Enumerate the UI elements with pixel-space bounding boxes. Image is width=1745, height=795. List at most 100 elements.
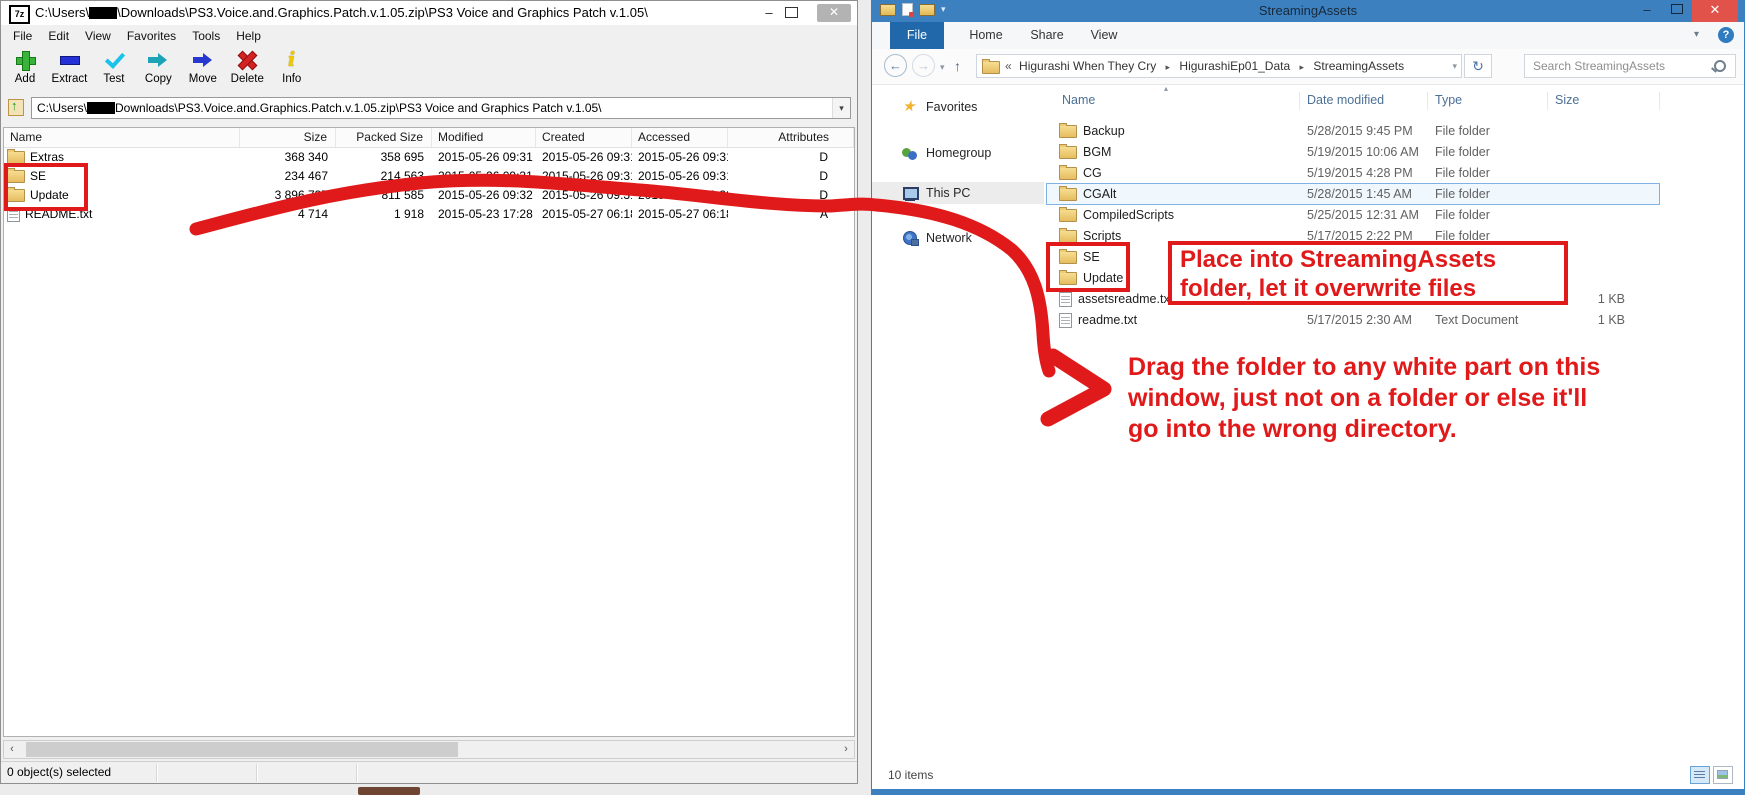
sevenzip-file-list: Name Size Packed Size Modified Created A… [3, 127, 855, 737]
sidebar-item-this-pc[interactable]: This PC [872, 182, 1044, 204]
scrollbar-thumb[interactable] [26, 742, 458, 757]
folder-icon [1059, 146, 1077, 159]
refresh-button[interactable]: ↻ [1464, 54, 1492, 78]
details-view-button[interactable] [1690, 766, 1710, 784]
star-icon: ★ [902, 99, 918, 115]
column-size[interactable]: Size [1555, 90, 1635, 110]
column-type[interactable]: Type [1435, 90, 1555, 110]
address-combobox[interactable]: C:\Users\Downloads\PS3.Voice.and.Graphic… [31, 97, 851, 119]
copy-button[interactable]: Copy [138, 47, 178, 85]
view-toggle [1690, 766, 1733, 784]
column-date-modified[interactable]: Date modified [1307, 90, 1435, 110]
column-name[interactable]: Name [4, 128, 240, 147]
table-row[interactable]: README.txt 4 7141 918 2015-05-23 17:2820… [4, 205, 854, 224]
chevron-right-icon: ▸ [1294, 62, 1311, 72]
table-row-selected[interactable]: CGAlt 5/28/2015 1:45 AMFile folder [1044, 184, 1635, 205]
item-count: 10 items [888, 768, 933, 782]
scroll-left-icon[interactable]: ‹ [4, 741, 20, 758]
back-button[interactable]: ← [884, 54, 907, 77]
folder-icon [1059, 188, 1077, 201]
explorer-titlebar[interactable]: ▾ StreamingAssets – ✕ [872, 0, 1744, 22]
explorer-addressbar: ← → ▾ ↑ « Higurashi When They Cry ▸ Higu… [872, 49, 1744, 85]
tab-file[interactable]: File [890, 22, 944, 49]
address-dropdown-icon[interactable]: ▾ [832, 98, 850, 118]
tab-view[interactable]: View [1082, 22, 1126, 49]
info-button[interactable]: iInfo [272, 47, 312, 85]
folder-icon [1059, 209, 1077, 222]
column-modified[interactable]: Modified [432, 128, 536, 147]
sidebar-item-network[interactable]: Network [872, 227, 1044, 249]
sevenzip-statusbar: 0 object(s) selected [1, 761, 857, 784]
folder-icon [1059, 167, 1077, 180]
add-button[interactable]: Add [5, 47, 45, 85]
column-packed-size[interactable]: Packed Size [336, 128, 432, 147]
scroll-right-icon[interactable]: › [838, 741, 854, 758]
breadcrumb[interactable]: « Higurashi When They Cry ▸ HigurashiEp0… [976, 54, 1462, 78]
maximize-button[interactable] [785, 7, 798, 18]
menu-help[interactable]: Help [228, 27, 269, 45]
delete-button[interactable]: Delete [227, 47, 267, 85]
table-row[interactable]: Update 3 896 737811 585 2015-05-26 09:32… [4, 186, 854, 205]
table-row[interactable]: Backup 5/28/2015 9:45 PMFile folder [1044, 121, 1635, 142]
maximize-button[interactable] [1664, 0, 1690, 22]
text-file-icon [1059, 292, 1072, 307]
help-icon[interactable]: ? [1718, 27, 1734, 43]
test-button[interactable]: Test [94, 47, 134, 85]
sidebar-item-favorites[interactable]: ★ Favorites [872, 96, 1044, 118]
annotation-note-drag: Drag the folder to any white part on thi… [1128, 352, 1708, 445]
menu-tools[interactable]: Tools [184, 27, 228, 45]
menu-edit[interactable]: Edit [40, 27, 77, 45]
menu-file[interactable]: File [5, 27, 40, 45]
move-button[interactable]: Move [183, 47, 223, 85]
redacted-username [89, 7, 117, 19]
annotation-note-place: Place into StreamingAssets folder, let i… [1168, 241, 1568, 305]
text-file-icon [1059, 313, 1072, 328]
sevenzip-menubar: FileEditViewFavoritesToolsHelp [5, 27, 269, 45]
menu-view[interactable]: View [77, 27, 119, 45]
column-size[interactable]: Size [240, 128, 336, 147]
folder-up-icon[interactable] [8, 99, 24, 116]
column-attributes[interactable]: Attributes [728, 128, 854, 147]
sevenzip-toolbar: Add Extract Test Copy Move Delete iInfo [5, 47, 312, 95]
table-row[interactable]: readme.txt 5/17/2015 2:30 AMText Documen… [1044, 310, 1635, 331]
up-button[interactable]: ↑ [954, 58, 961, 74]
breadcrumb-item[interactable]: Higurashi When They Cry [1019, 59, 1156, 73]
search-input[interactable]: Search StreamingAssets [1524, 54, 1736, 78]
extract-button[interactable]: Extract [49, 47, 89, 85]
column-name[interactable]: Name [1044, 90, 1307, 110]
desktop: 7z C:\Users\\Downloads\PS3.Voice.and.Gra… [0, 0, 1745, 795]
annotation-box-7zip-se-update [4, 163, 88, 211]
table-row[interactable]: CompiledScripts 5/25/2015 12:31 AMFile f… [1044, 205, 1635, 226]
breadcrumb-item[interactable]: StreamingAssets [1313, 59, 1404, 73]
sevenzip-window-title: C:\Users\\Downloads\PS3.Voice.and.Graphi… [35, 5, 648, 20]
ribbon-collapse-icon[interactable]: ▾ [1694, 29, 1699, 40]
close-button[interactable]: ✕ [1692, 0, 1738, 22]
tab-home[interactable]: Home [960, 22, 1012, 49]
large-icons-view-button[interactable] [1713, 766, 1733, 784]
table-row[interactable]: Extras 368 340358 695 2015-05-26 09:3120… [4, 148, 854, 167]
forward-button[interactable]: → [912, 54, 935, 77]
sidebar-item-homegroup[interactable]: Homegroup [872, 142, 1044, 164]
table-row[interactable]: SE 234 467214 563 2015-05-26 09:312015-0… [4, 167, 854, 186]
column-created[interactable]: Created [536, 128, 632, 147]
annotation-box-explorer-se-update [1046, 242, 1130, 292]
menu-favorites[interactable]: Favorites [119, 27, 184, 45]
address-dropdown-icon[interactable]: ▾ [1452, 55, 1457, 77]
table-row[interactable]: CG 5/19/2015 4:28 PMFile folder [1044, 163, 1635, 184]
breadcrumb-item[interactable]: HigurashiEp01_Data [1179, 59, 1290, 73]
explorer-ribbon: File Home Share View ▾ ? [872, 22, 1744, 50]
tab-share[interactable]: Share [1022, 22, 1072, 49]
table-row[interactable]: BGM 5/19/2015 10:06 AMFile folder [1044, 142, 1635, 163]
status-text: 0 object(s) selected [1, 765, 111, 779]
sevenzip-window: 7z C:\Users\\Downloads\PS3.Voice.and.Gra… [0, 0, 858, 784]
minimize-button[interactable]: – [757, 4, 781, 21]
explorer-navpane: ★ Favorites Homegroup This PC Network [872, 85, 1044, 763]
search-icon [1714, 60, 1726, 72]
column-accessed[interactable]: Accessed [632, 128, 728, 147]
history-dropdown-icon[interactable]: ▾ [940, 62, 945, 73]
horizontal-scrollbar[interactable]: ‹ › [3, 740, 855, 759]
sevenzip-titlebar[interactable]: 7z C:\Users\\Downloads\PS3.Voice.and.Gra… [1, 1, 857, 25]
close-button[interactable]: ✕ [817, 4, 851, 22]
list-header: Name Size Packed Size Modified Created A… [4, 128, 854, 148]
minimize-button[interactable]: – [1634, 0, 1660, 22]
